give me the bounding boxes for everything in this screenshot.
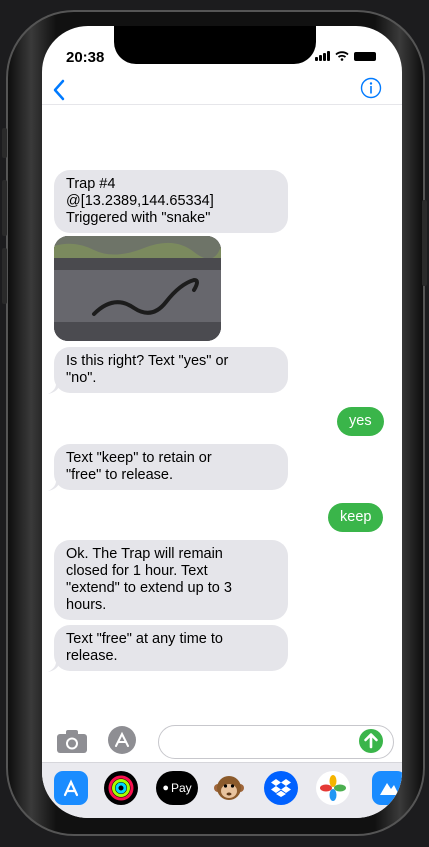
app-store-icon [63, 779, 79, 797]
animoji-app[interactable] [212, 771, 246, 805]
app-store-icon[interactable] [106, 725, 140, 755]
mute-switch [2, 128, 7, 158]
activity-app[interactable] [104, 771, 138, 805]
battery-icon [354, 52, 376, 61]
imessage-app-drawer: ● Pay [42, 762, 402, 818]
outgoing-message: yes [337, 407, 384, 436]
volume-down-button [2, 248, 7, 304]
chevron-left-icon[interactable] [52, 79, 66, 101]
power-button [422, 200, 427, 286]
snake-photo[interactable] [54, 236, 221, 341]
activity-rings-icon [108, 775, 134, 801]
monkey-emoji-icon [214, 776, 244, 800]
apple-logo-icon: ● [162, 782, 169, 794]
incoming-message: Trap #4 @[13.2389,144.65334] Triggered w… [54, 170, 288, 233]
photos-app[interactable] [316, 771, 350, 805]
compose-bar [42, 722, 402, 764]
photos-pinwheel-icon [320, 775, 346, 801]
message-input[interactable] [158, 725, 394, 759]
camera-icon[interactable] [56, 728, 88, 754]
send-arrow-icon[interactable] [359, 729, 383, 753]
bubble-tail [48, 481, 60, 491]
mountain-app-icon [380, 783, 399, 795]
app-store-app[interactable] [54, 771, 88, 805]
status-indicators [315, 51, 376, 61]
bubble-tail [48, 662, 60, 672]
notch [114, 26, 316, 64]
incoming-message: Text "keep" to retain or "free" to relea… [54, 444, 288, 490]
dropbox-icon [271, 779, 291, 797]
conversation-header [42, 76, 402, 105]
snake-image [54, 236, 221, 341]
incoming-message: Is this right? Text "yes" or "no". [54, 347, 288, 393]
status-time: 20:38 [66, 49, 105, 66]
apple-pay-app[interactable]: ● Pay [156, 771, 198, 805]
incoming-message: Ok. The Trap will remain closed for 1 ho… [54, 540, 288, 620]
signal-icon [315, 51, 330, 61]
messages-screen: 20:38 Trap #4 @[13.2389,144.65334] Trigg… [42, 26, 402, 818]
volume-up-button [2, 180, 7, 236]
info-icon[interactable] [360, 77, 382, 99]
bubble-tail [48, 384, 60, 394]
wifi-icon [335, 51, 349, 61]
apple-pay-label: Pay [170, 781, 192, 795]
partial-app[interactable] [372, 771, 402, 805]
dropbox-app[interactable] [264, 771, 298, 805]
outgoing-message: keep [328, 503, 384, 532]
incoming-message: Text "free" at any time to release. [54, 625, 288, 671]
